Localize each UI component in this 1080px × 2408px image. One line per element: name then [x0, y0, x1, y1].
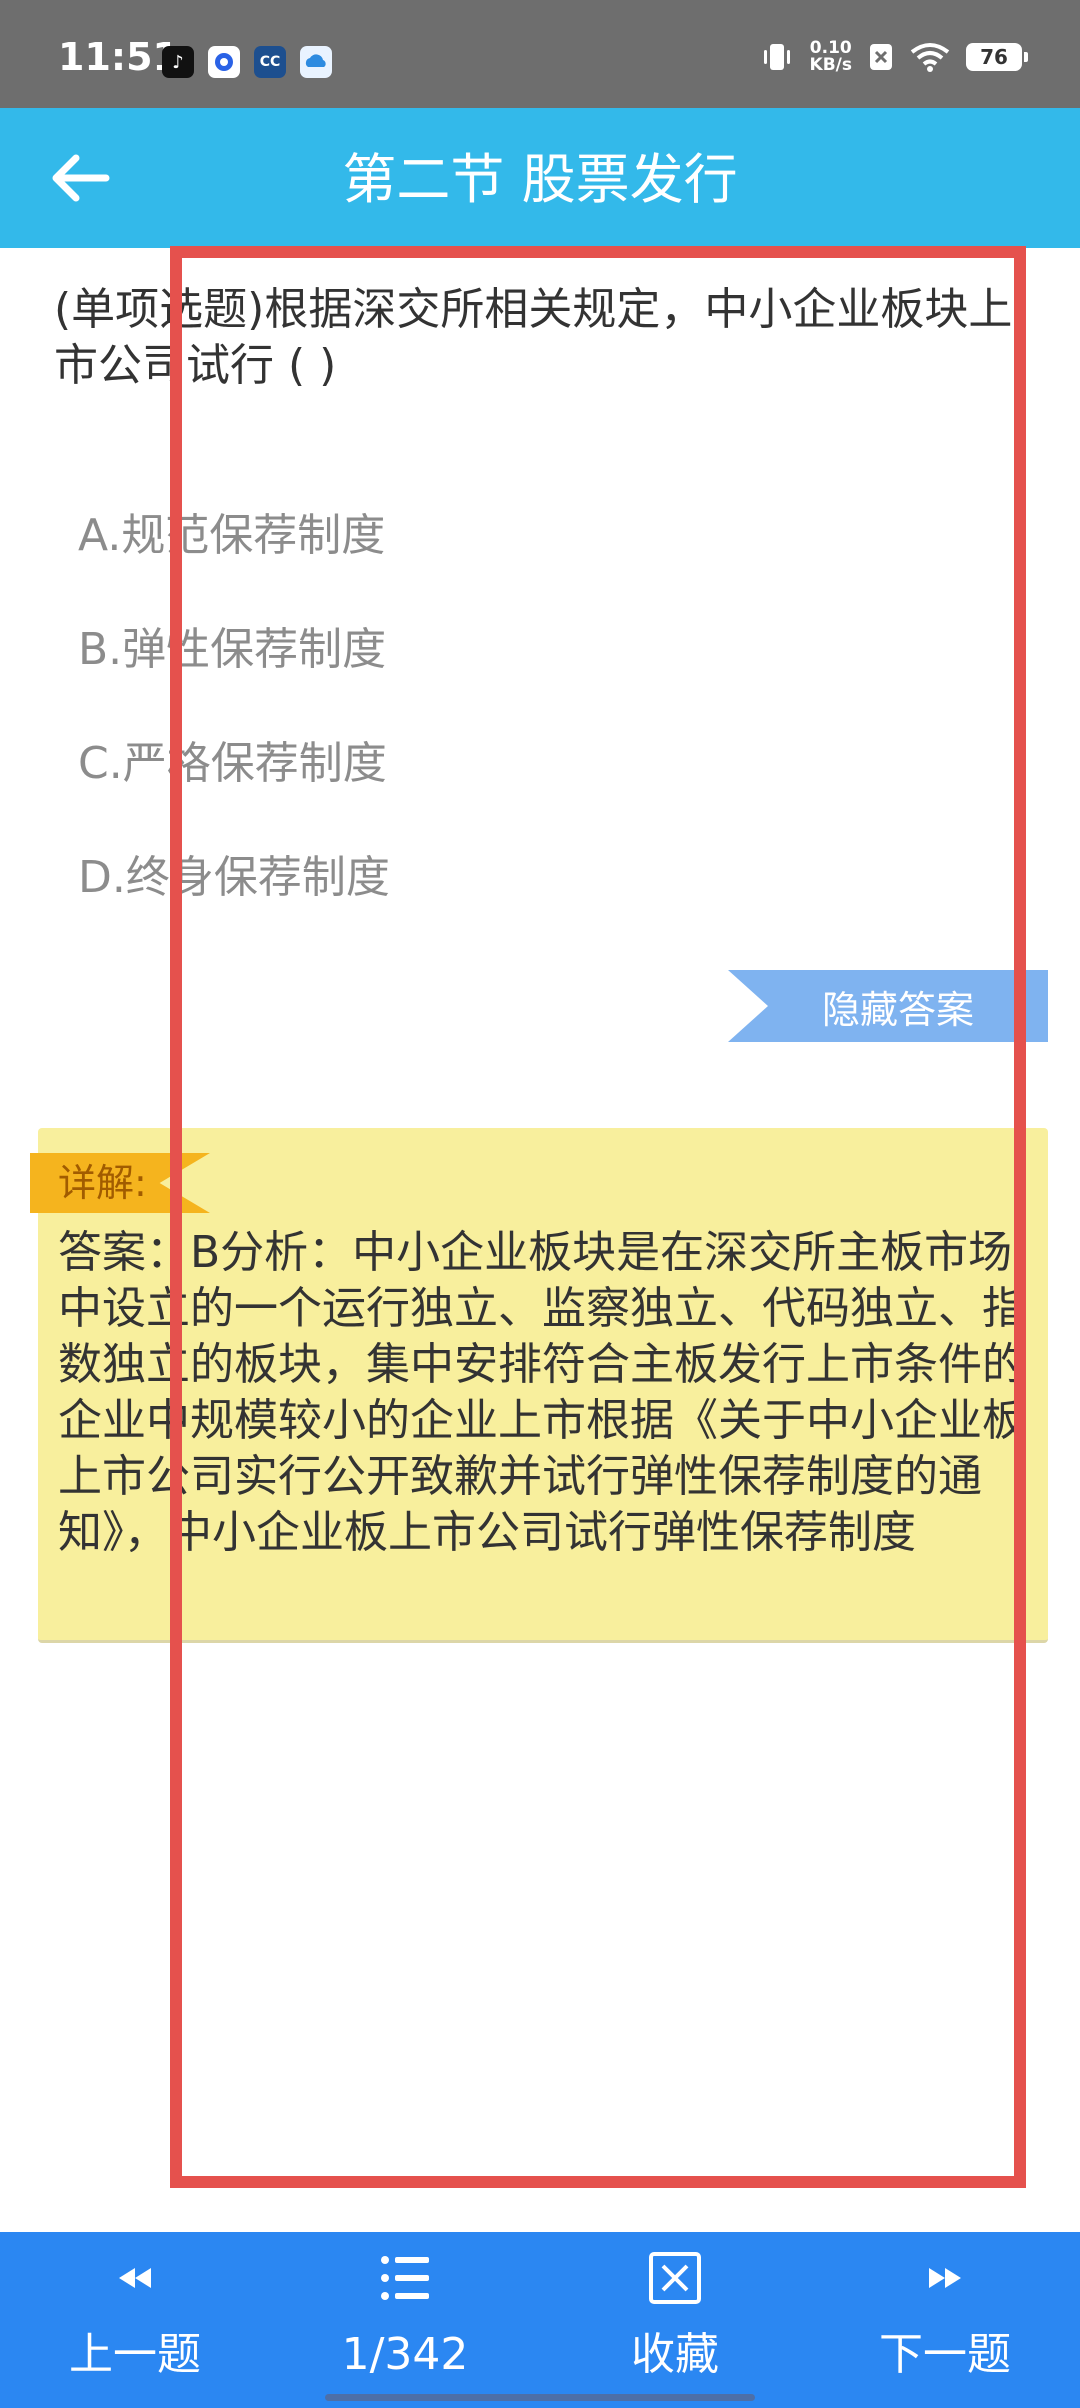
option-d[interactable]: D.终身保荐制度: [78, 850, 978, 964]
browser-icon: [208, 46, 240, 78]
previous-question-label: 上一题: [69, 2329, 201, 2380]
status-bar: 11:51 ♪ CC 0.10 KB/s 76: [0, 0, 1080, 108]
net-speed-unit: KB/s: [809, 55, 852, 75]
list-icon: [381, 2256, 429, 2300]
option-b[interactable]: B.弹性保荐制度: [78, 622, 978, 736]
exam-app-icon: CC: [254, 46, 286, 78]
net-speed: 0.10 KB/s: [810, 40, 852, 74]
next-question-button[interactable]: 下一题: [810, 2232, 1080, 2408]
bottom-nav: 上一题 1/342 收藏 下一题: [0, 2232, 1080, 2408]
tiktok-icon: ♪: [162, 46, 194, 78]
question-list-button[interactable]: 1/342: [270, 2232, 540, 2408]
vibrate-icon: [763, 44, 790, 70]
status-time: 11:51: [58, 35, 179, 79]
option-a[interactable]: A.规范保荐制度: [78, 508, 978, 622]
cloud-app-icon: [300, 46, 332, 78]
question-text: (单项选题)根据深交所相关规定，中小企业板块上市公司试行 ( ): [54, 284, 1013, 391]
favorite-button[interactable]: 收藏: [540, 2232, 810, 2408]
battery-icon: 76: [966, 43, 1028, 71]
status-system-icons: 0.10 KB/s 76: [760, 40, 1028, 74]
header-bar: 第二节 股票发行: [0, 108, 1080, 248]
favorite-label: 收藏: [631, 2329, 719, 2380]
previous-question-button[interactable]: 上一题: [0, 2232, 270, 2408]
page-title: 第二节 股票发行: [342, 148, 738, 211]
wifi-icon: [910, 43, 950, 72]
hide-answer-button[interactable]: 隐藏答案: [728, 970, 1048, 1042]
next-icon: [929, 2268, 961, 2288]
option-c[interactable]: C.严格保荐制度: [78, 736, 978, 850]
options-list: A.规范保荐制度 B.弹性保荐制度 C.严格保荐制度 D.终身保荐制度: [78, 508, 978, 964]
next-question-label: 下一题: [879, 2329, 1011, 2380]
previous-icon: [119, 2268, 151, 2288]
explanation-text: 答案：B分析：中小企业板块是在深交所主板市场中设立的一个运行独立、监察独立、代码…: [58, 1227, 1026, 1558]
question-counter: 1/342: [341, 2329, 469, 2380]
no-sim-icon: [870, 44, 892, 70]
favorite-box-icon: [649, 2252, 701, 2304]
status-app-icons: ♪ CC: [162, 46, 332, 78]
home-indicator: [325, 2394, 755, 2401]
